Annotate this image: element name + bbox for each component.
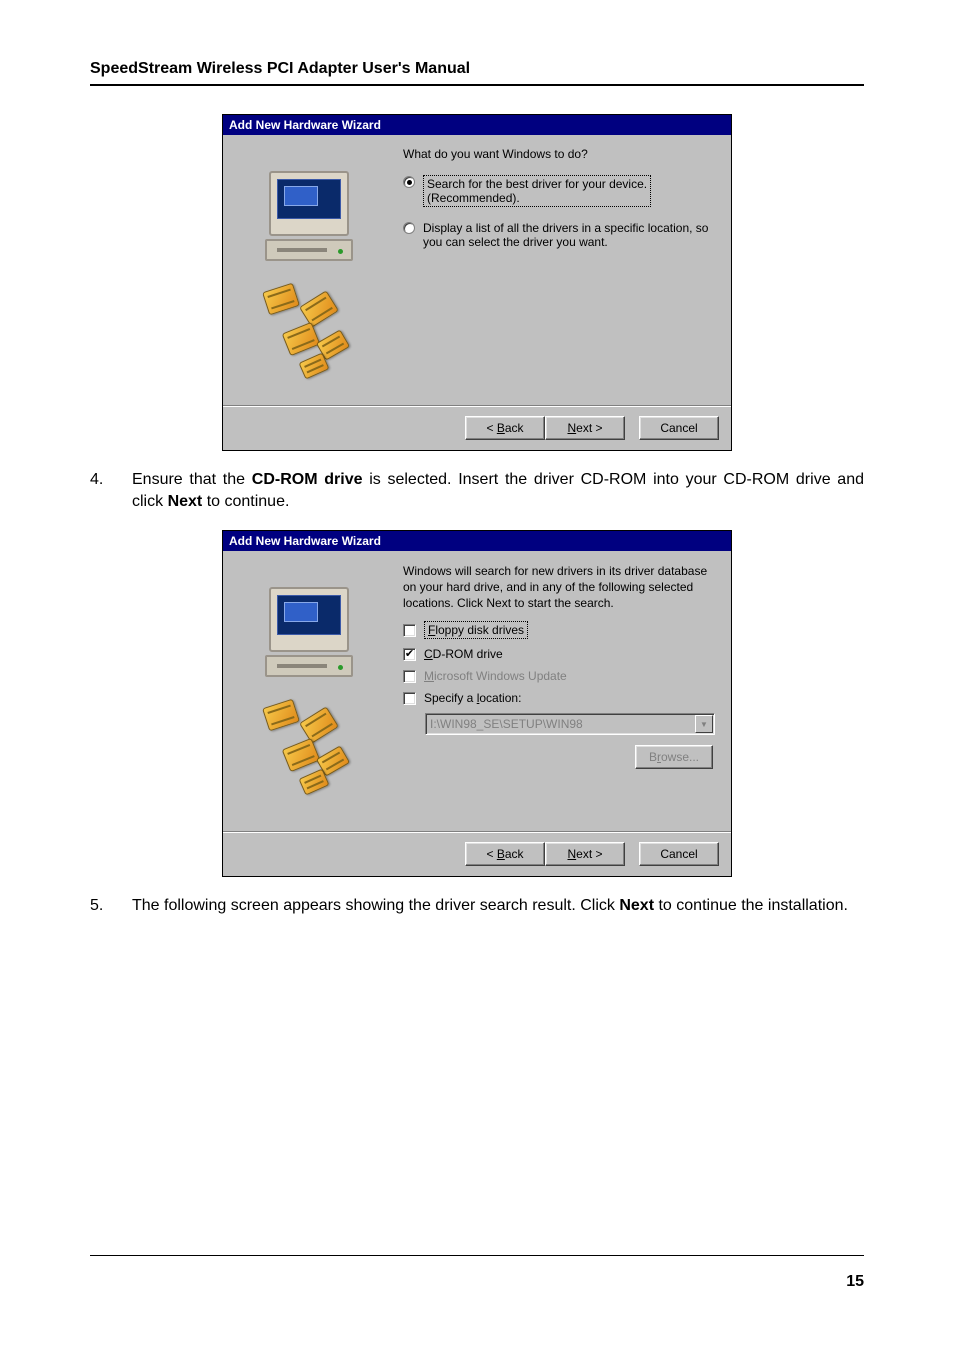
intro-text: Windows will search for new drivers in i… bbox=[403, 563, 715, 612]
checkbox-specify-location[interactable]: Specify a location: bbox=[403, 691, 715, 705]
location-combobox: I:\WIN98_SE\SETUP\WIN98 ▼ bbox=[425, 713, 715, 735]
next-button[interactable]: Next > bbox=[545, 842, 625, 866]
monitor-icon bbox=[269, 171, 349, 236]
radio-option-display-list[interactable]: Display a list of all the drivers in a s… bbox=[403, 221, 715, 249]
radio-label-line2: (Recommended). bbox=[427, 191, 520, 205]
checkbox-windows-update: Microsoft Windows Update bbox=[403, 669, 715, 683]
chip-icon bbox=[282, 322, 321, 356]
radio-label-line1: Search for the best driver for your devi… bbox=[427, 177, 647, 191]
chip-icon bbox=[262, 283, 300, 316]
page-number: 15 bbox=[846, 1273, 864, 1291]
dialog-add-hardware-step-choice: Add New Hardware Wizard bbox=[222, 114, 732, 451]
browse-button: Browse... bbox=[635, 745, 713, 769]
chip-icon bbox=[299, 706, 339, 743]
next-button[interactable]: Next > bbox=[545, 416, 625, 440]
footer-rule bbox=[90, 1255, 864, 1256]
wizard-illustration bbox=[235, 563, 395, 827]
chip-icon bbox=[262, 698, 300, 731]
computer-base-icon bbox=[265, 239, 353, 261]
prompt-text: What do you want Windows to do? bbox=[403, 147, 715, 161]
back-button[interactable]: < Back bbox=[465, 842, 545, 866]
checkbox-floppy[interactable]: Floppy disk drives bbox=[403, 621, 715, 639]
checkbox-icon bbox=[403, 692, 416, 705]
location-value: I:\WIN98_SE\SETUP\WIN98 bbox=[430, 717, 583, 731]
instruction-step-5: 5. The following screen appears showing … bbox=[90, 895, 864, 917]
radio-option-search[interactable]: Search for the best driver for your devi… bbox=[403, 175, 715, 207]
dialog-title: Add New Hardware Wizard bbox=[223, 531, 731, 551]
dialog-title: Add New Hardware Wizard bbox=[223, 115, 731, 135]
back-button[interactable]: < Back bbox=[465, 416, 545, 440]
chip-icon bbox=[282, 738, 321, 772]
dialog-add-hardware-search-locations: Add New Hardware Wizard bbox=[222, 530, 732, 877]
radio-label: Display a list of all the drivers in a s… bbox=[423, 221, 715, 249]
instruction-step-4: 4. Ensure that the CD-ROM drive is selec… bbox=[90, 469, 864, 514]
chevron-down-icon: ▼ bbox=[695, 715, 713, 733]
cancel-button[interactable]: Cancel bbox=[639, 416, 719, 440]
checkbox-icon: ✔ bbox=[403, 648, 416, 661]
checkbox-cdrom[interactable]: ✔ CD-ROM drive bbox=[403, 647, 715, 661]
radio-icon bbox=[403, 176, 415, 188]
document-header: SpeedStream Wireless PCI Adapter User's … bbox=[90, 60, 864, 86]
cancel-button[interactable]: Cancel bbox=[639, 842, 719, 866]
radio-icon bbox=[403, 222, 415, 234]
checkbox-icon bbox=[403, 624, 416, 637]
checkbox-icon bbox=[403, 670, 416, 683]
chip-icon bbox=[299, 290, 339, 327]
monitor-icon bbox=[269, 587, 349, 652]
computer-base-icon bbox=[265, 655, 353, 677]
wizard-illustration bbox=[235, 147, 395, 401]
